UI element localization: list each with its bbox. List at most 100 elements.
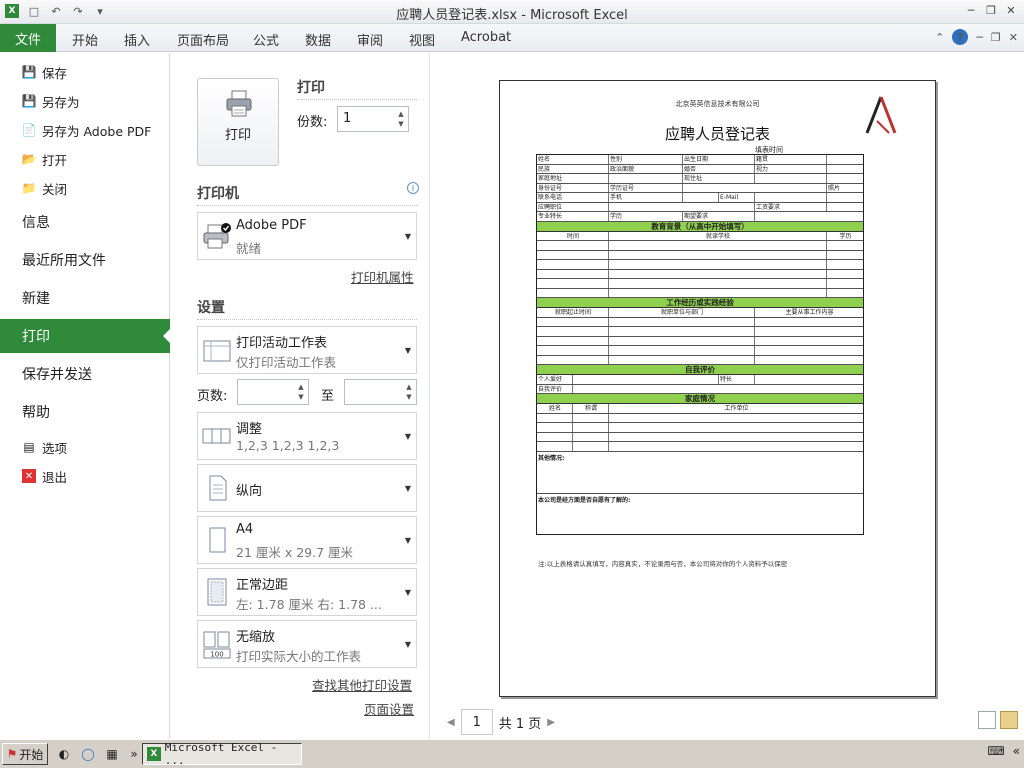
doc-minimize-icon[interactable]: ─ — [976, 31, 983, 44]
sheet-icon — [203, 340, 231, 362]
printer-dropdown[interactable]: Adobe PDF 就绪 ▼ — [197, 212, 417, 260]
company-logo — [865, 96, 897, 134]
print-button[interactable]: 打印 — [197, 78, 279, 166]
scaling-dropdown[interactable]: 100 无缩放 打印实际大小的工作表 ▼ — [197, 620, 417, 668]
nav-options[interactable]: ▤ 选项 — [0, 435, 170, 459]
self-eval-section: 自我评价 — [537, 365, 863, 375]
window-controls: ─ ❐ ✕ — [964, 3, 1018, 17]
tab-page-layout[interactable]: 页面布局 — [177, 30, 229, 49]
nav-save-as-label: 另存为 — [42, 94, 80, 110]
nav-save[interactable]: 💾 保存 — [0, 60, 170, 84]
collate-desc: 1,2,3 1,2,3 1,2,3 — [236, 438, 340, 453]
minimize-icon[interactable]: ─ — [964, 3, 978, 17]
keyboard-icon[interactable]: ⌨ — [987, 744, 1004, 758]
tray-expand-icon[interactable]: « — [1013, 744, 1020, 758]
copies-value: 1 — [343, 111, 352, 126]
paper-size-label: A4 — [236, 522, 254, 537]
pages-to-input[interactable]: ▲ ▼ — [344, 379, 417, 405]
title-bar: X □ ↶ ↷ ▾ 应聘人员登记表.xlsx - Microsoft Excel… — [0, 0, 1024, 24]
nav-save-as[interactable]: 💾 另存为 — [0, 89, 170, 113]
show-margins-icon[interactable] — [978, 711, 996, 729]
tab-data[interactable]: 数据 — [305, 30, 331, 49]
excel-app-icon: X — [147, 747, 161, 761]
print-button-label: 打印 — [224, 128, 251, 143]
orientation-label: 纵向 — [236, 484, 263, 499]
print-preview-area: 北京英英信息技术有限公司 应聘人员登记表 填表时间 姓名 性别 出生日期 籍贯 民族政… — [431, 53, 1024, 739]
tab-insert[interactable]: 插入 — [124, 30, 150, 49]
paper-size-desc: 21 厘米 x 29.7 厘米 — [236, 545, 354, 560]
doc-restore-icon[interactable]: ❐ — [991, 31, 1001, 44]
chevron-down-icon: ▼ — [404, 432, 411, 441]
nav-open[interactable]: 📂 打开 — [0, 147, 170, 171]
nav-recent[interactable]: 最近所用文件 — [0, 243, 170, 277]
zoom-to-page-icon[interactable] — [1000, 711, 1018, 729]
quicklaunch-icon-3[interactable]: ▦ — [104, 746, 120, 762]
nav-exit[interactable]: ✕ 退出 — [0, 464, 170, 488]
tab-formulas[interactable]: 公式 — [253, 30, 279, 49]
margins-dropdown[interactable]: 正常边距 左: 1.78 厘米 右: 1.78 ... ▼ — [197, 568, 417, 616]
ie-icon[interactable]: ◯ — [80, 746, 96, 762]
preview-view-controls — [978, 711, 1018, 729]
nav-close[interactable]: 📁 关闭 — [0, 176, 170, 200]
spin-up-icon[interactable]: ▲ — [296, 383, 306, 391]
nav-open-label: 打开 — [42, 152, 68, 168]
options-icon: ▤ — [23, 440, 35, 454]
save-as-icon: 💾 — [21, 94, 37, 108]
window-title: 应聘人员登记表.xlsx - Microsoft Excel — [396, 8, 628, 23]
prev-page-icon[interactable]: ◀ — [447, 717, 455, 728]
copies-label: 份数: — [297, 115, 328, 130]
nav-save-send[interactable]: 保存并发送 — [0, 357, 170, 391]
restore-icon[interactable]: ❐ — [984, 3, 998, 17]
printer-properties-link[interactable]: 打印机属性 — [351, 267, 414, 286]
tab-file[interactable]: 文件 — [0, 24, 56, 52]
pages-to-label: 至 — [321, 389, 335, 404]
paper-size-dropdown[interactable]: A4 21 厘米 x 29.7 厘米 ▼ — [197, 516, 417, 564]
quicklaunch-more-icon[interactable]: » — [126, 746, 142, 762]
margins-label: 正常边距 — [236, 578, 289, 593]
nav-save-as-pdf[interactable]: 📄 另存为 Adobe PDF — [0, 118, 170, 142]
pages-from-input[interactable]: ▲ ▼ — [237, 379, 309, 405]
nav-help[interactable]: 帮助 — [0, 395, 170, 429]
minimize-ribbon-icon[interactable]: ⌃ — [935, 31, 944, 44]
spin-up-icon[interactable]: ▲ — [404, 383, 414, 391]
close-icon[interactable]: ✕ — [1004, 3, 1018, 17]
spin-down-icon[interactable]: ▼ — [396, 120, 406, 128]
nav-info[interactable]: 信息 — [0, 205, 170, 239]
spin-down-icon[interactable]: ▼ — [404, 393, 414, 401]
print-section-title: 打印 — [297, 80, 325, 96]
nav-options-label: 选项 — [42, 440, 68, 456]
backstage-nav: 💾 保存 💾 另存为 📄 另存为 Adobe PDF 📂 打开 📁 关闭 信息 最近所用文… — [0, 53, 171, 739]
chevron-down-icon: ▼ — [404, 536, 411, 545]
tab-review[interactable]: 审阅 — [357, 30, 383, 49]
portrait-icon — [209, 475, 227, 501]
tab-home[interactable]: 开始 — [72, 30, 98, 49]
orientation-dropdown[interactable]: 纵向 ▼ — [197, 464, 417, 512]
nav-print[interactable]: 打印 — [0, 319, 171, 353]
preview-page: 北京英英信息技术有限公司 应聘人员登记表 填表时间 姓名 性别 出生日期 籍贯 民族政… — [499, 80, 936, 697]
chevron-down-icon: ▼ — [404, 484, 411, 493]
page-setup-link[interactable]: 页面设置 — [364, 699, 414, 718]
doc-close-icon[interactable]: ✕ — [1009, 31, 1018, 44]
tab-view[interactable]: 视图 — [409, 30, 435, 49]
spin-up-icon[interactable]: ▲ — [396, 110, 406, 118]
help-icon[interactable]: ? — [952, 29, 969, 45]
taskbar-excel-button[interactable]: X Microsoft Excel - ... — [142, 741, 302, 767]
tab-acrobat[interactable]: Acrobat — [461, 30, 511, 45]
spin-down-icon[interactable]: ▼ — [296, 393, 306, 401]
start-button[interactable]: ⚑ 开始 — [2, 743, 48, 765]
scaling-label: 无缩放 — [236, 630, 276, 645]
more-print-settings-link[interactable]: 查找其他打印设置 — [312, 675, 412, 694]
info-icon[interactable]: i — [407, 182, 419, 194]
ribbon-tabs: 文件 开始 插入 页面布局 公式 数据 审阅 视图 Acrobat ⌃ ? ─ … — [0, 24, 1024, 52]
next-page-icon[interactable]: ▶ — [547, 717, 555, 728]
collate-dropdown[interactable]: 调整 1,2,3 1,2,3 1,2,3 ▼ — [197, 412, 417, 460]
nav-save-label: 保存 — [42, 65, 68, 81]
quicklaunch-icon-1[interactable]: ◐ — [56, 746, 72, 762]
taskbar-excel-label: Microsoft Excel - ... — [164, 741, 278, 767]
copies-stepper[interactable]: 1 ▲ ▼ — [337, 106, 409, 132]
print-what-desc: 仅打印活动工作表 — [236, 355, 337, 370]
nav-new[interactable]: 新建 — [0, 281, 170, 315]
print-what-dropdown[interactable]: 打印活动工作表 仅打印活动工作表 ▼ — [197, 326, 417, 374]
current-page-input[interactable]: 1 — [460, 709, 493, 735]
nav-close-label: 关闭 — [42, 181, 68, 197]
